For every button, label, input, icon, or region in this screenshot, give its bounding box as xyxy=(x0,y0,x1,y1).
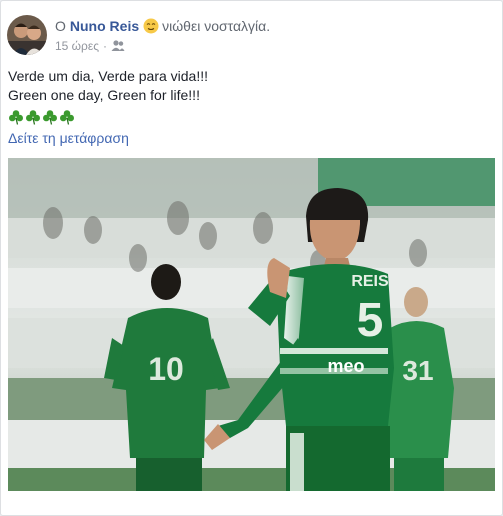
post-text: Verde um dia, Verde para vida!!! Green o… xyxy=(8,67,208,126)
post-text-line-2: Green one day, Green for life!!! xyxy=(8,87,200,103)
author-prefix: Ο xyxy=(55,18,66,34)
post-photo[interactable]: 10 31 REIS 5 meo xyxy=(8,158,495,491)
post-meta: Ο Nuno Reis νιώθει νοσταλγία. 15 ώρες · xyxy=(55,17,270,55)
player-left-number: 10 xyxy=(148,351,184,387)
friends-icon[interactable] xyxy=(111,40,125,52)
player-main-name: REIS xyxy=(351,273,389,290)
author-name-link[interactable]: Nuno Reis xyxy=(70,17,139,35)
post-subline: 15 ώρες · xyxy=(55,39,270,53)
separator-dot: · xyxy=(103,39,108,53)
shamrock-icon xyxy=(42,109,58,125)
post-card: Ο Nuno Reis νιώθει νοσταλγία. 15 ώρες · xyxy=(0,0,503,516)
clover-row xyxy=(8,107,208,126)
avatar[interactable] xyxy=(7,15,47,55)
post-header: Ο Nuno Reis νιώθει νοσταλγία. 15 ώρες · xyxy=(7,15,270,55)
player-main-number: 5 xyxy=(357,294,384,347)
shamrock-icon xyxy=(25,109,41,125)
sponsor-logo: meo xyxy=(327,356,364,376)
nostalgic-emoji-icon xyxy=(143,18,159,34)
post-timestamp[interactable]: 15 ώρες xyxy=(55,39,99,53)
see-translation-link[interactable]: Δείτε τη μετάφραση xyxy=(8,130,129,146)
post-headline: Ο Nuno Reis νιώθει νοσταλγία. xyxy=(55,17,270,35)
shamrock-icon xyxy=(59,109,75,125)
player-right-number: 31 xyxy=(402,355,433,386)
post-text-line-1: Verde um dia, Verde para vida!!! xyxy=(8,68,209,84)
feeling-text: νιώθει νοσταλγία. xyxy=(162,18,271,34)
shamrock-icon xyxy=(8,109,24,125)
